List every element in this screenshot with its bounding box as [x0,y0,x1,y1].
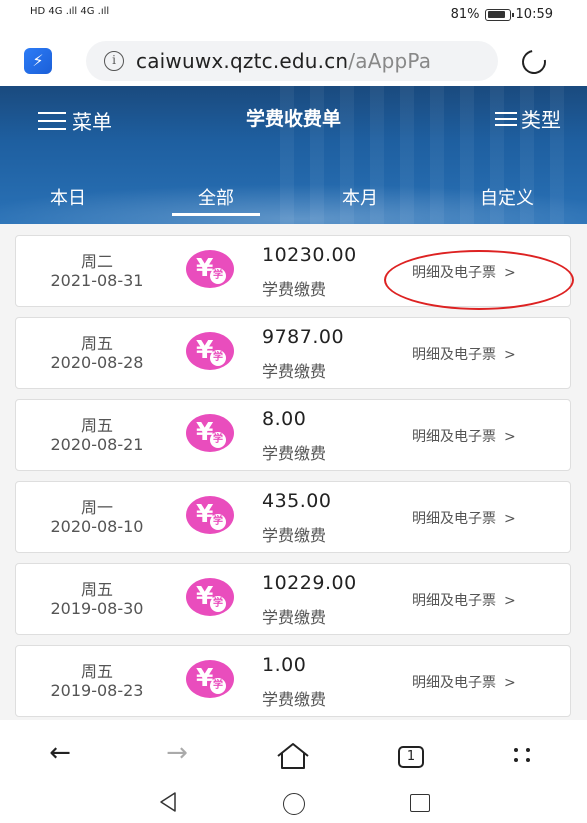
amount: 10229.00 [262,572,357,594]
nav-home-icon[interactable] [283,793,305,815]
red-circle-annotation [384,250,574,310]
chevron-right-icon: > [504,347,516,363]
record-date: 周二 2021-08-31 [34,252,160,290]
browser-toolbar: ← → 1 [0,720,587,784]
record-date: 周五 2020-08-21 [34,416,160,454]
description: 学费缴费 [262,444,327,463]
date: 2020-08-21 [50,435,144,454]
amount: 435.00 [262,490,332,512]
url-text[interactable]: caiwuwx.qztc.edu.cn/aAppPa [136,49,431,73]
type-filter-button[interactable]: 类型 [495,104,561,133]
detail-link[interactable]: 明细及电子票 > [412,426,516,446]
chevron-right-icon: > [504,675,516,691]
detail-link[interactable]: 明细及电子票 > [412,590,516,610]
date: 2019-08-30 [50,599,144,618]
date: 2019-08-23 [50,681,144,700]
xue-glyph: 学 [210,596,226,612]
tab-custom[interactable]: 自定义 [480,184,534,210]
weekday: 周五 [80,580,113,599]
xue-glyph: 学 [210,432,226,448]
hamburger-icon [495,111,517,126]
list-item[interactable]: 周五 2019-08-30 ¥ 学 10229.00 学费缴费 明细及电子票 > [15,563,571,635]
tuition-coin-icon: ¥ 学 [186,250,234,288]
home-icon[interactable] [275,742,311,770]
amount: 1.00 [262,654,307,676]
weekday: 周五 [80,334,113,353]
detail-link[interactable]: 明细及电子票 > [412,508,516,528]
back-arrow-icon[interactable]: ← [40,738,80,770]
list-item[interactable]: 周五 2019-08-23 ¥ 学 1.00 学费缴费 明细及电子票 > [15,645,571,717]
date: 2021-08-31 [50,271,144,290]
status-right: 81% 10:59 [451,7,553,22]
tuition-coin-icon: ¥ 学 [186,578,234,616]
tuition-coin-icon: ¥ 学 [186,660,234,698]
list-item[interactable]: 周五 2020-08-21 ¥ 学 8.00 学费缴费 明细及电子票 > [15,399,571,471]
list-item[interactable]: 周一 2020-08-10 ¥ 学 435.00 学费缴费 明细及电子票 > [15,481,571,553]
description: 学费缴费 [262,526,327,545]
detail-label: 明细及电子票 [412,593,496,609]
amount: 10230.00 [262,244,357,266]
detail-link[interactable]: 明细及电子票 > [412,344,516,364]
tuition-coin-icon: ¥ 学 [186,414,234,452]
detail-label: 明细及电子票 [412,347,496,363]
weekday: 周五 [80,662,113,681]
tuition-coin-icon: ¥ 学 [186,332,234,370]
type-label: 类型 [521,108,561,132]
xue-glyph: 学 [210,268,226,284]
weekday: 周一 [80,498,113,517]
tab-switcher-button[interactable]: 1 [398,746,424,768]
chevron-right-icon: > [504,593,516,609]
description: 学费缴费 [262,690,327,709]
tab-today[interactable]: 本日 [50,184,86,210]
detail-link[interactable]: 明细及电子票 > [412,672,516,692]
system-nav-bar [0,784,587,823]
site-info-icon[interactable]: i [104,51,124,71]
amount: 9787.00 [262,326,345,348]
description: 学费缴费 [262,280,327,299]
nav-back-icon[interactable] [158,790,178,814]
xue-glyph: 学 [210,678,226,694]
amount: 8.00 [262,408,307,430]
chevron-right-icon: > [504,429,516,445]
list-item[interactable]: 周五 2020-08-28 ¥ 学 9787.00 学费缴费 明细及电子票 > [15,317,571,389]
weekday: 周五 [80,416,113,435]
forward-arrow-icon[interactable]: → [157,738,197,770]
browser-url-bar: ⚡ i caiwuwx.qztc.edu.cn/aAppPa [0,34,587,86]
browser-app-icon[interactable]: ⚡ [24,48,52,74]
battery-percent: 81% [450,7,480,22]
battery-icon [484,8,514,21]
more-options-icon[interactable] [512,746,534,764]
detail-label: 明细及电子票 [412,511,496,527]
xue-glyph: 学 [210,514,226,530]
nav-recents-icon[interactable] [410,794,430,812]
list-item[interactable]: 周二 2021-08-31 ¥ 学 10230.00 学费缴费 明细及电子票 > [15,235,574,310]
weekday: 周二 [80,252,113,271]
network-indicators: HD 4G .ıll 4G .ıll [30,6,110,17]
page-header: 菜单 学费收费单 类型 本日 全部 本月 自定义 [0,86,587,224]
description: 学费缴费 [262,362,327,381]
detail-label: 明细及电子票 [412,675,496,691]
description: 学费缴费 [262,608,327,627]
status-bar: HD 4G .ıll 4G .ıll 81% 10:59 [0,0,587,34]
record-date: 周一 2020-08-10 [34,498,160,536]
tuition-coin-icon: ¥ 学 [186,496,234,534]
tab-all[interactable]: 全部 [172,184,260,216]
xue-glyph: 学 [210,350,226,366]
url-host: caiwuwx.qztc.edu.cn [136,49,349,73]
reload-icon[interactable] [517,45,551,79]
payment-record-list: 周二 2021-08-31 ¥ 学 10230.00 学费缴费 明细及电子票 > 周五… [0,224,587,720]
clock: 10:59 [515,7,553,22]
chevron-right-icon: > [504,511,516,527]
record-date: 周五 2019-08-30 [34,580,160,618]
record-date: 周五 2020-08-28 [34,334,160,372]
address-field[interactable]: i caiwuwx.qztc.edu.cn/aAppPa [86,41,498,81]
date: 2020-08-10 [50,517,144,536]
record-date: 周五 2019-08-23 [34,662,160,700]
detail-label: 明细及电子票 [412,429,496,445]
period-tabs: 本日 全部 本月 自定义 [0,184,587,220]
tab-month[interactable]: 本月 [342,184,378,210]
date: 2020-08-28 [50,353,144,372]
url-path: /aAppPa [348,49,432,73]
